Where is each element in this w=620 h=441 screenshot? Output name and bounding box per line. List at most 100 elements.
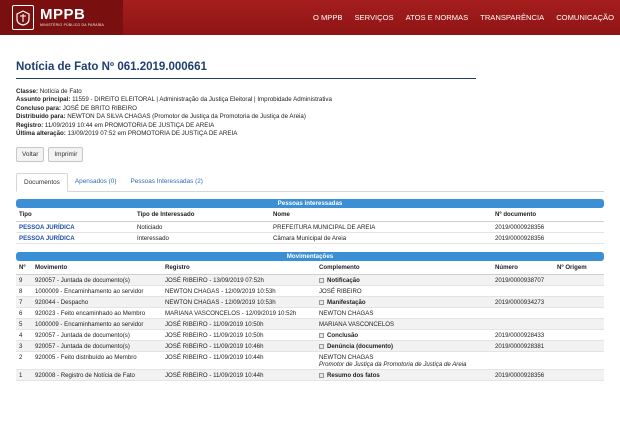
- mov-n-origem: [554, 329, 604, 342]
- nav-transparencia[interactable]: TRANSPARÊNCIA: [480, 13, 544, 22]
- tab-documentos[interactable]: Documentos: [16, 173, 68, 193]
- nav-servicos[interactable]: SERVIÇOS: [354, 13, 393, 22]
- pessoa-tipo-link[interactable]: PESSOA JURÍDICA: [16, 232, 134, 245]
- mov-movimento: 1000009 - Encaminhamento ao servidor: [32, 285, 162, 298]
- mov-numero: 8: [16, 285, 32, 298]
- mov-numero-doc: [492, 351, 554, 371]
- nav-o-mppb[interactable]: O MPPB: [313, 13, 343, 22]
- table-row: 9 920057 - Juntada de documento(s) JOSÉ RI…: [16, 274, 604, 287]
- table-row: 3 920057 - Juntada de documento(s) JOSÉ RI…: [16, 340, 604, 353]
- mov-registro: JOSÉ RIBEIRO - 11/09/2019 10:44h: [162, 351, 316, 371]
- mov-registro: MARIANA VASCONCELOS - 12/09/2019 10:52h: [162, 307, 316, 320]
- nav-comunicacao[interactable]: COMUNICAÇÃO: [556, 13, 614, 22]
- mov-n-origem: [554, 307, 604, 320]
- mov-movimento: 920057 - Juntada de documento(s): [32, 329, 162, 342]
- mov-registro: JOSÉ RIBEIRO - 11/09/2019 10:44h: [162, 369, 316, 382]
- pessoa-tipo-interessado: Interessado: [134, 232, 270, 245]
- action-buttons: Voltar Imprimir: [16, 147, 604, 163]
- mov-movimento: 920008 - Registro de Notícia de Fato: [32, 369, 162, 382]
- document-icon[interactable]: [319, 299, 324, 305]
- complemento-text: JOSÉ RIBEIRO: [319, 287, 362, 295]
- table-row: 1 920008 - Registro de Notícia de Fato JOS…: [16, 369, 604, 382]
- meta-concluso: Concluso para: JOSÉ DE BRITO RIBEIRO: [16, 104, 137, 112]
- complemento-text: NEWTON CHAGAS: [319, 309, 374, 317]
- mov-numero-doc: 2019/0000934273: [492, 296, 554, 309]
- tabs: Documentos Apensados (0) Pessoas Interes…: [16, 173, 604, 193]
- print-button[interactable]: Imprimir: [48, 147, 84, 163]
- complemento-subtext: Promotor de Justiça da Promotoria de Jus…: [319, 360, 467, 368]
- col-n-origem: Nº Origem: [554, 261, 604, 276]
- mp-emblem-icon: [12, 5, 34, 30]
- mov-movimento: 920005 - Feito distribuído ao Membro: [32, 351, 162, 371]
- col-tipo-interessado: Tipo de Interessado: [134, 208, 270, 223]
- mov-numero-doc: 2019/0000938707: [492, 274, 554, 287]
- mov-complemento[interactable]: Manifestação: [316, 296, 492, 309]
- mov-registro: NEWTON CHAGAS - 12/09/2019 10:53h: [162, 285, 316, 298]
- col-n: Nº: [16, 261, 32, 276]
- mov-numero: 6: [16, 307, 32, 320]
- document-icon[interactable]: [319, 277, 324, 283]
- pessoa-tipo-link[interactable]: PESSOA JURÍDICA: [16, 221, 134, 234]
- mov-numero: 4: [16, 329, 32, 342]
- mov-registro: JOSÉ RIBEIRO - 11/09/2019 10:50h: [162, 318, 316, 331]
- document-icon[interactable]: [319, 332, 324, 338]
- table-row: 4 920057 - Juntada de documento(s) JOSÉ RI…: [16, 329, 604, 342]
- mov-n-origem: [554, 369, 604, 382]
- mov-movimento: 920023 - Feito encaminhado ao Membro: [32, 307, 162, 320]
- complemento-text: Conclusão: [327, 331, 359, 339]
- table-row: 7 920044 - Despacho NEWTON CHAGAS - 12/09/…: [16, 296, 604, 309]
- movimentacoes-table: Nº Movimento Registro Complemento Número…: [16, 261, 604, 382]
- meta-assunto: Assunto principal: 11559 - DIREITO ELEIT…: [16, 96, 332, 104]
- complemento-text: Resumo dos fatos: [327, 371, 380, 379]
- mov-numero-doc: [492, 285, 554, 298]
- mov-complemento[interactable]: Resumo dos fatos: [316, 369, 492, 382]
- mov-numero: 1: [16, 369, 32, 382]
- complemento-text: NEWTON CHAGAS: [319, 353, 374, 361]
- back-button[interactable]: Voltar: [16, 147, 45, 163]
- col-movimento: Movimento: [32, 261, 162, 276]
- table-row: 2 920005 - Feito distribuído ao Membro JOS…: [16, 351, 604, 371]
- document-icon[interactable]: [319, 372, 324, 378]
- mov-complemento[interactable]: Denúncia (documento): [316, 340, 492, 353]
- col-n-documento: Nº documento: [492, 208, 604, 223]
- mov-registro: JOSÉ RIBEIRO - 13/09/2019 07:52h: [162, 274, 316, 287]
- mov-complemento: NEWTON CHAGAS: [316, 307, 492, 320]
- tab-apensados[interactable]: Apensados (0): [68, 173, 124, 191]
- logo[interactable]: MPPB MINISTÉRIO PÚBLICO DA PARAÍBA: [0, 0, 123, 35]
- mov-complemento[interactable]: Conclusão: [316, 329, 492, 342]
- movimentacoes-section-header: Movimentações: [16, 252, 604, 262]
- pessoa-documento: 2019/0000928356: [492, 221, 604, 234]
- meta-registro: Registro: 11/09/2019 10:44 em PROMOTORIA…: [16, 121, 215, 129]
- mov-numero-doc: [492, 318, 554, 331]
- mov-numero-doc: [492, 307, 554, 320]
- mov-complemento[interactable]: Notificação: [316, 274, 492, 287]
- complemento-text: MARIANA VASCONCELOS: [319, 320, 395, 328]
- table-row: 8 1000009 - Encaminhamento ao servidor NEW…: [16, 285, 604, 298]
- tab-pessoas-interessadas[interactable]: Pessoas Interessadas (2): [123, 173, 209, 191]
- mov-movimento: 920057 - Juntada de documento(s): [32, 340, 162, 353]
- col-nome: Nome: [270, 208, 492, 223]
- meta-classe: Classe: Notícia de Fato: [16, 88, 82, 95]
- document-icon[interactable]: [319, 343, 324, 349]
- meta-distribuido: Distribuído para: NEWTON DA SILVA CHAGAS…: [16, 113, 306, 121]
- pessoa-documento: 2019/0000928356: [492, 232, 604, 245]
- mov-registro: NEWTON CHAGAS - 12/09/2019 10:53h: [162, 296, 316, 309]
- complemento-text: Notificação: [327, 276, 360, 284]
- table-row: 5 1000009 - Encaminhamento ao servidor JOS…: [16, 318, 604, 331]
- table-row: 6 920023 - Feito encaminhado ao Membro MAR…: [16, 307, 604, 320]
- complemento-text: Denúncia (documento): [327, 342, 394, 350]
- pessoa-tipo-interessado: Noticiado: [134, 221, 270, 234]
- mov-n-origem: [554, 296, 604, 309]
- mov-complemento: MARIANA VASCONCELOS: [316, 318, 492, 331]
- mov-movimento: 920057 - Juntada de documento(s): [32, 274, 162, 287]
- table-row: PESSOA JURÍDICA Interessado Câmara Municip…: [16, 232, 604, 245]
- table-row: PESSOA JURÍDICA Noticiado PREFEITURA MUNIC…: [16, 221, 604, 234]
- logo-title: MPPB: [40, 6, 86, 23]
- mov-numero: 7: [16, 296, 32, 309]
- meta-ultima-alteracao: Última alteração: 13/09/2019 07:52 em PR…: [16, 130, 238, 138]
- mov-numero: 5: [16, 318, 32, 331]
- mov-complemento: JOSÉ RIBEIRO: [316, 285, 492, 298]
- mov-complemento: NEWTON CHAGAS Promotor de Justiça da Prom…: [316, 351, 492, 371]
- nav-atos-e-normas[interactable]: ATOS E NORMAS: [406, 13, 469, 22]
- complemento-text: Manifestação: [327, 298, 366, 306]
